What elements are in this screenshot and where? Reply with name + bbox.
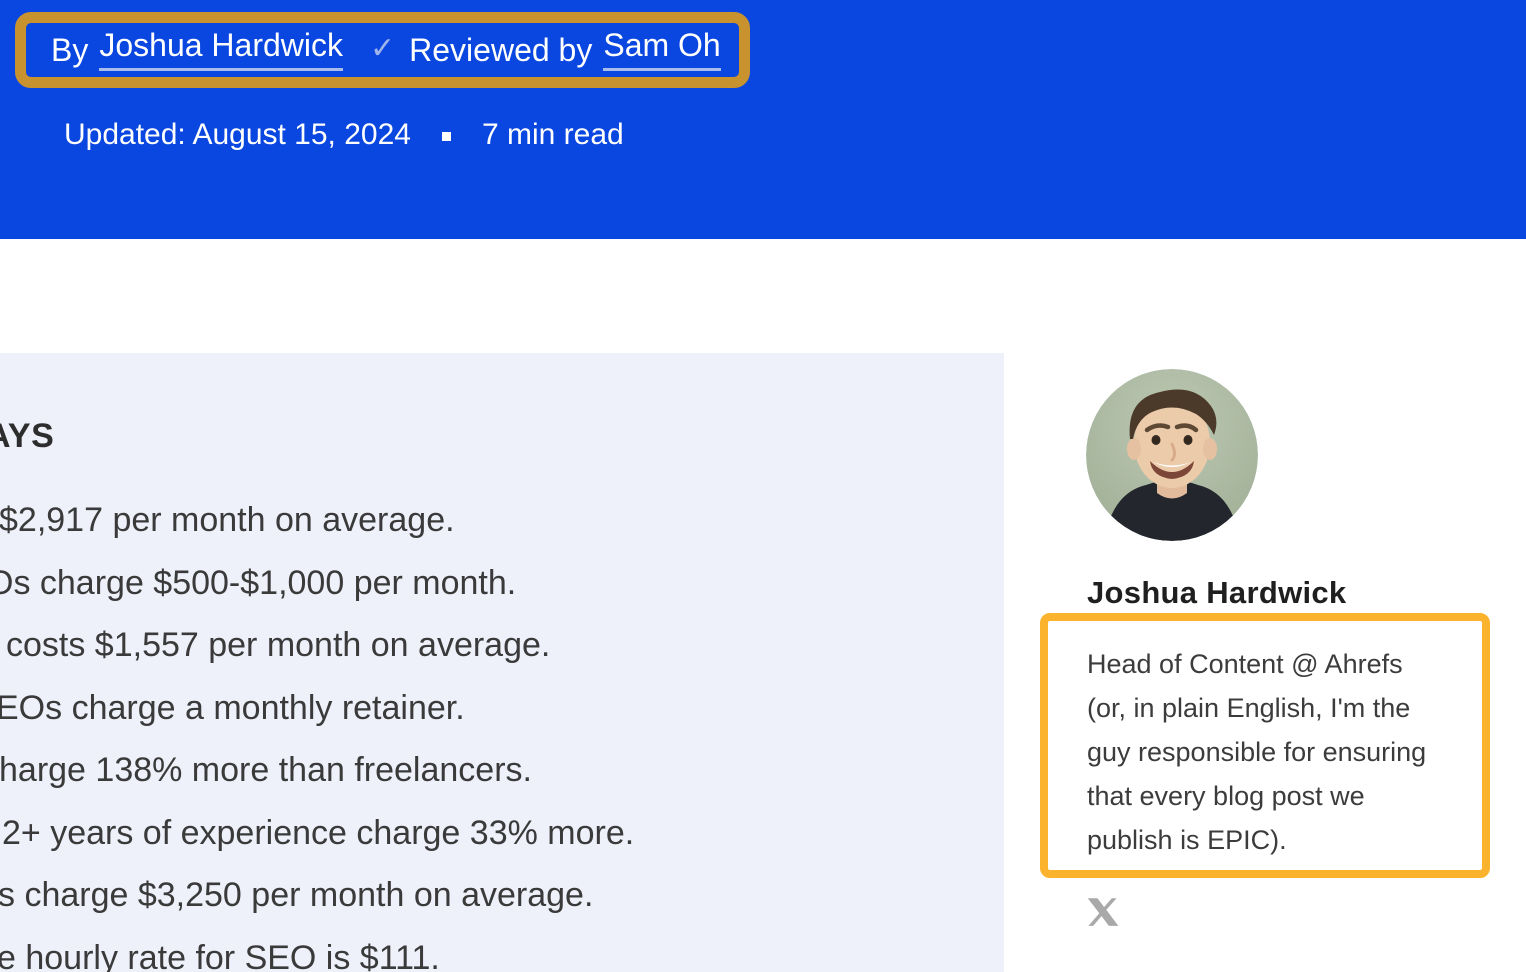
meta-separator-square	[442, 132, 451, 141]
bio-line: publish is EPIC).	[1087, 818, 1482, 862]
takeaway-item: EOs charge a monthly retainer.	[0, 677, 634, 740]
article-page: By Joshua Hardwick ✓ Reviewed by Sam Oh …	[0, 0, 1526, 972]
bio-line: guy responsible for ensuring	[1087, 730, 1482, 774]
bio-line: (or, in plain English, I'm the	[1087, 686, 1482, 730]
reviewed-check-icon: ✓	[370, 31, 395, 66]
key-takeaways-panel: AYS $2,917 per month on average. Os char…	[0, 353, 1004, 972]
read-time: 7 min read	[482, 118, 624, 152]
takeaway-item: Os charge $500-$1,000 per month.	[0, 552, 634, 615]
author-portrait-illustration	[1086, 369, 1258, 541]
byline-by-label: By	[51, 32, 88, 69]
takeaway-item: $2,917 per month on average.	[0, 489, 634, 552]
byline-reviewed-label: Reviewed by	[409, 32, 592, 69]
takeaways-list: $2,917 per month on average. Os charge $…	[0, 489, 634, 972]
author-avatar[interactable]	[1086, 369, 1258, 541]
takeaway-item: 2+ years of experience charge 33% more.	[2, 802, 634, 865]
author-bio: Head of Content @ Ahrefs (or, in plain E…	[1087, 642, 1482, 862]
bio-line: that every blog post we	[1087, 774, 1482, 818]
updated-date: Updated: August 15, 2024	[64, 118, 411, 152]
takeaway-item: s charge $3,250 per month on average.	[0, 864, 634, 927]
author-name: Joshua Hardwick	[1087, 575, 1346, 611]
article-hero-header: By Joshua Hardwick ✓ Reviewed by Sam Oh …	[0, 0, 1526, 239]
bio-line: Head of Content @ Ahrefs	[1087, 642, 1482, 686]
byline-highlight-box: By Joshua Hardwick ✓ Reviewed by Sam Oh	[15, 12, 750, 88]
takeaways-heading: AYS	[0, 417, 54, 456]
reviewer-link[interactable]: Sam Oh	[603, 29, 720, 71]
article-meta: Updated: August 15, 2024 7 min read	[64, 118, 624, 152]
author-bio-highlight-box: Head of Content @ Ahrefs (or, in plain E…	[1040, 613, 1490, 878]
takeaway-item: e hourly rate for SEO is $111.	[0, 927, 634, 972]
takeaway-item: harge 138% more than freelancers.	[0, 739, 634, 802]
takeaway-item: costs $1,557 per month on average.	[6, 614, 634, 677]
author-link[interactable]: Joshua Hardwick	[99, 29, 343, 71]
x-twitter-icon[interactable]	[1086, 895, 1120, 929]
